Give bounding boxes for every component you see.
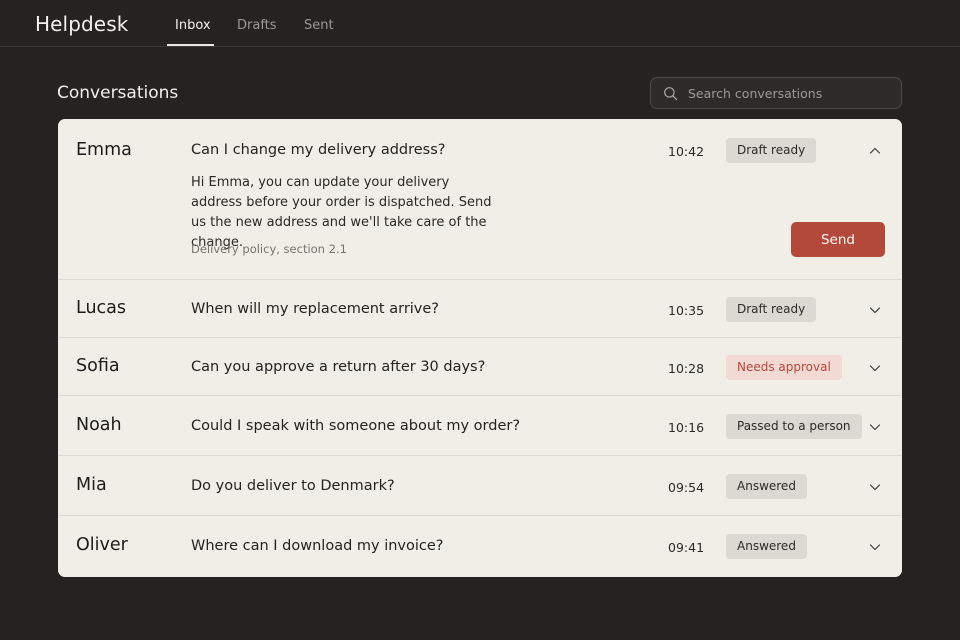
tab-drafts[interactable]: Drafts	[237, 18, 277, 33]
chevron-down-icon[interactable]	[868, 480, 882, 494]
conversation-time: 10:35	[668, 303, 705, 318]
conversation-time: 09:54	[668, 480, 705, 495]
conversation-row-emma[interactable]: Emma Can I change my delivery address? 1…	[58, 119, 902, 279]
page-title: Conversations	[57, 83, 179, 103]
conversation-time: 10:28	[668, 361, 705, 376]
send-button[interactable]: Send	[791, 222, 885, 257]
conversation-list: Emma Can I change my delivery address? 1…	[58, 119, 902, 577]
conversation-time: 10:42	[668, 144, 705, 159]
customer-name: Lucas	[76, 298, 126, 318]
status-badge: Draft ready	[726, 297, 817, 322]
conversation-row-sofia[interactable]: Sofia Can you approve a return after 30 …	[58, 337, 902, 395]
chevron-down-icon[interactable]	[868, 361, 882, 375]
customer-name: Noah	[76, 415, 122, 435]
conversation-subject: Can I change my delivery address?	[191, 142, 446, 158]
status-badge: Draft ready	[726, 138, 817, 163]
draft-reply: Hi Emma, you can update your delivery ad…	[191, 175, 492, 250]
status-badge: Needs approval	[726, 355, 842, 380]
conversation-subject: Can you approve a return after 30 days?	[191, 359, 486, 375]
conversation-row-lucas[interactable]: Lucas When will my replacement arrive? 1…	[58, 279, 902, 337]
status-badge: Answered	[726, 474, 807, 499]
conversation-subject: Could I speak with someone about my orde…	[191, 418, 521, 434]
active-tab-indicator	[167, 44, 214, 46]
conversation-subject: Where can I download my invoice?	[191, 538, 444, 554]
chevron-down-icon[interactable]	[868, 420, 882, 434]
status-badge: Passed to a person	[726, 414, 862, 439]
chevron-down-icon[interactable]	[868, 540, 882, 554]
source-reference: Delivery policy, section 2.1	[191, 242, 347, 256]
search-input[interactable]	[688, 85, 888, 101]
top-bar: Helpdesk Inbox Drafts Sent	[0, 0, 960, 47]
customer-name: Mia	[76, 475, 107, 495]
customer-name: Emma	[76, 140, 132, 160]
tab-sent[interactable]: Sent	[304, 18, 334, 33]
conversation-row-noah[interactable]: Noah Could I speak with someone about my…	[58, 395, 902, 455]
conversation-time: 09:41	[668, 540, 705, 555]
search-icon	[664, 86, 678, 100]
customer-name: Sofia	[76, 356, 120, 376]
chevron-up-icon[interactable]	[868, 144, 882, 158]
chevron-down-icon[interactable]	[868, 303, 882, 317]
app-title: Helpdesk	[35, 12, 129, 36]
conversation-subject: When will my replacement arrive?	[191, 301, 440, 317]
customer-name: Oliver	[76, 535, 128, 555]
search-box[interactable]	[650, 77, 902, 109]
conversation-row-mia[interactable]: Mia Do you deliver to Denmark? 09:54 Ans…	[58, 455, 902, 515]
conversation-row-oliver[interactable]: Oliver Where can I download my invoice? …	[58, 515, 902, 577]
conversation-subject: Do you deliver to Denmark?	[191, 478, 395, 494]
tab-inbox[interactable]: Inbox	[175, 18, 211, 33]
conversation-time: 10:16	[668, 420, 705, 435]
status-badge: Answered	[726, 534, 807, 559]
